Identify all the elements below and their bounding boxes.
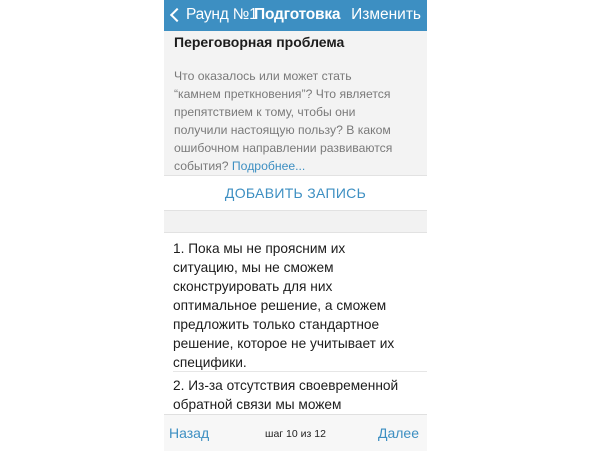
section-description: Что оказалось или может стать “камнем пр…	[174, 67, 422, 175]
section-title: Переговорная проблема	[174, 34, 345, 50]
entries-list: 1. Пока мы не проясним их ситуацию, мы н…	[164, 232, 427, 414]
problem-section: Переговорная проблема Что оказалось или …	[164, 31, 427, 175]
entry-line: обратной связи мы можем	[173, 397, 342, 412]
more-link[interactable]: Подробнее...	[232, 159, 305, 173]
entry-line: специфики.	[173, 355, 247, 370]
page-title: Подготовка	[254, 6, 341, 23]
add-record-button[interactable]: ДОБАВИТЬ ЗАПИСЬ	[164, 175, 427, 211]
app-screen: Раунд №1 Подготовка Изменить Переговорна…	[164, 0, 427, 451]
description-line: препятствием к тому, чтобы они	[174, 105, 356, 119]
list-item[interactable]: 1. Пока мы не проясним их ситуацию, мы н…	[173, 239, 423, 372]
description-line: получили настоящую пользу? В каком	[174, 123, 391, 137]
entry-line: сконструировать для них	[173, 279, 333, 294]
description-line-text: события?	[174, 159, 229, 173]
back-button-label: Раунд №1	[186, 6, 258, 23]
bottom-toolbar: Назад шаг 10 из 12 Далее	[164, 414, 427, 451]
list-item[interactable]: 2. Из-за отсутствия своевременной обратн…	[173, 376, 423, 414]
description-line: Что оказалось или может стать	[174, 69, 352, 83]
entry-line: оптимальное решение, а сможем	[173, 298, 387, 313]
entry-line: предложить только стандартное	[173, 317, 380, 332]
description-line-last: события? Подробнее...	[174, 157, 422, 175]
navigation-bar: Раунд №1 Подготовка Изменить	[164, 0, 427, 31]
description-line: “камнем преткновения”? Что является	[174, 87, 391, 101]
next-step-button[interactable]: Далее	[378, 425, 419, 441]
entry-line: 1. Пока мы не проясним их	[173, 241, 346, 256]
divider	[173, 371, 427, 372]
chevron-left-icon	[169, 7, 185, 23]
entry-line: ситуацию, мы не сможем	[173, 260, 334, 275]
section-spacer	[164, 211, 427, 232]
description-line: ошибочном направлении развиваются	[174, 141, 393, 155]
entry-line: 2. Из-за отсутствия своевременной	[173, 378, 399, 393]
edit-button[interactable]: Изменить	[351, 6, 421, 24]
entry-line: решение, которое не учитывает их	[173, 336, 395, 351]
back-button[interactable]: Раунд №1	[167, 4, 258, 26]
